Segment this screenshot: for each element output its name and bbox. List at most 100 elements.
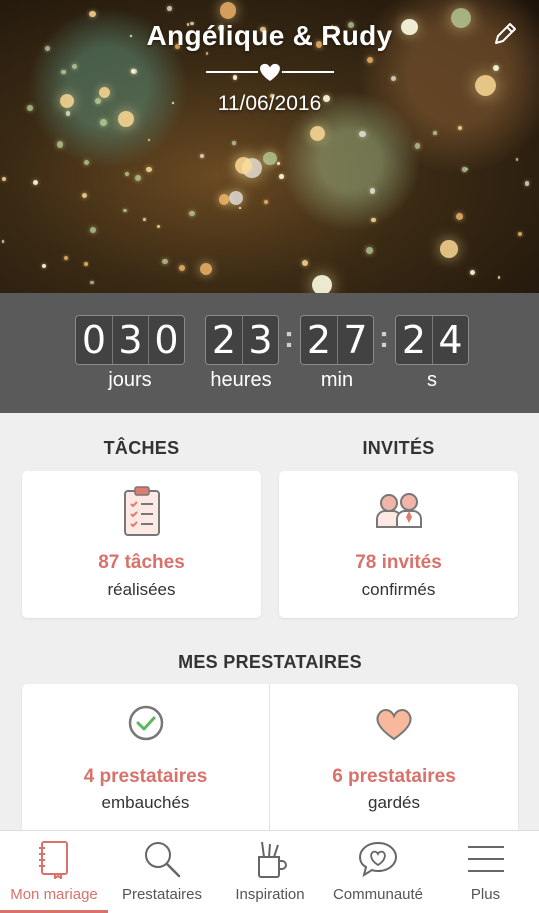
bokeh-sparkle [302, 260, 308, 267]
bokeh-sparkle [310, 125, 326, 141]
bokeh-sparkle [493, 65, 500, 72]
bokeh-sparkle [218, 194, 230, 205]
minutes-digits: 2 7 [300, 315, 374, 365]
bottom-nav: Mon mariage Prestataires Inspiration Com… [0, 830, 539, 913]
bokeh-sparkle [148, 139, 151, 142]
guests-status: confirmés [361, 580, 436, 599]
nav-plus[interactable]: Plus [432, 831, 539, 913]
nav-prestataires[interactable]: Prestataires [108, 831, 216, 913]
guests-count: 78 invités [355, 552, 442, 573]
colon-separator: : [284, 321, 294, 354]
tasks-heading: TÂCHES [103, 438, 180, 458]
hired-vendors-tile[interactable]: 4 prestataires embauchés [22, 684, 269, 830]
tasks-count: 87 tâches [98, 552, 185, 573]
bokeh-sparkle [263, 151, 277, 166]
digit: 2 [206, 316, 242, 364]
bokeh-sparkle [100, 119, 107, 127]
days-digits: 0 3 0 [75, 315, 185, 365]
bokeh-sparkle [263, 200, 268, 205]
bokeh-sparkle [135, 175, 142, 182]
bokeh-sparkle [432, 131, 437, 135]
bokeh-sparkle [219, 2, 237, 20]
check-circle-icon [128, 705, 163, 741]
notebook-icon [39, 841, 68, 879]
bokeh-sparkle [369, 188, 376, 194]
bokeh-sparkle [63, 256, 68, 261]
bokeh-sparkle [497, 276, 500, 279]
bokeh-sparkle [122, 208, 127, 213]
bokeh-sparkle [199, 153, 205, 159]
nav-label: Communauté [332, 886, 424, 903]
bokeh-sparkle [156, 225, 161, 229]
bokeh-sparkle [206, 52, 209, 55]
saved-vendors-tile[interactable]: 6 prestataires gardés [270, 684, 518, 830]
bokeh-sparkle [146, 166, 152, 173]
bokeh-sparkle [276, 162, 280, 166]
guests-heading: INVITÉS [362, 438, 435, 458]
bokeh-sparkle [440, 240, 458, 258]
bokeh-sparkle [367, 57, 374, 64]
digit: 3 [112, 316, 148, 364]
vendors-card: 4 prestataires embauchés 6 prestataires … [22, 684, 518, 830]
couple-names: Angélique & Rudy [146, 20, 393, 51]
bokeh-sparkle [90, 280, 94, 285]
bokeh-sparkle [229, 191, 244, 206]
seconds-digits: 2 4 [395, 315, 469, 365]
bokeh-sparkle [143, 218, 146, 222]
search-icon [145, 842, 181, 878]
bokeh-sparkle [42, 263, 46, 268]
tasks-status: réalisées [107, 580, 176, 599]
saved-count: 6 prestataires [332, 766, 456, 787]
bokeh-sparkle [179, 265, 185, 271]
days-label: jours [108, 369, 152, 391]
bokeh-sparkle [456, 213, 463, 220]
digit: 4 [432, 316, 468, 364]
bokeh-sparkle [200, 262, 213, 275]
minutes-label: min [320, 369, 354, 391]
hero-banner: Angélique & Rudy 11/06/2016 [0, 0, 539, 293]
pencil-cup-icon [258, 841, 287, 878]
bokeh-sparkle [234, 156, 252, 174]
bokeh-sparkle [125, 171, 130, 177]
nav-inspiration[interactable]: Inspiration [216, 831, 324, 913]
guests-card[interactable]: 78 invités confirmés [279, 471, 518, 618]
bokeh-sparkle [166, 6, 172, 11]
tasks-card[interactable]: 87 tâches réalisées [22, 471, 261, 618]
digit: 0 [148, 316, 184, 364]
chat-heart-icon [358, 841, 398, 878]
saved-status: gardés [368, 793, 420, 812]
nav-label: Inspiration [235, 886, 305, 903]
vendors-heading: MES PRESTATAIRES [178, 652, 362, 672]
digit: 3 [242, 316, 278, 364]
bokeh-sparkle [457, 125, 463, 130]
nav-mon-mariage[interactable]: Mon mariage [0, 831, 108, 913]
couple-guests-icon [375, 493, 422, 528]
bokeh-sparkle [83, 159, 90, 166]
nav-label: Prestataires [121, 886, 203, 903]
countdown-panel: 0 3 0 2 3 : 2 7 : 2 4 jours heures min s [0, 293, 539, 413]
bokeh-sparkle [515, 158, 518, 161]
bokeh-sparkle [1, 176, 7, 181]
bokeh-sparkle [89, 10, 96, 17]
bokeh-sparkle [366, 247, 373, 254]
heart-divider-icon [206, 63, 334, 81]
bokeh-sparkle [33, 179, 39, 185]
menu-icon [467, 846, 504, 872]
digit: 2 [301, 316, 337, 364]
bokeh-sparkle [131, 68, 137, 74]
bokeh-sparkle [524, 181, 530, 186]
hours-label: heures [210, 369, 272, 391]
bokeh-sparkle [61, 69, 66, 75]
pencil-icon[interactable] [491, 20, 519, 48]
bokeh-sparkle [311, 274, 332, 293]
bokeh-sparkle [238, 206, 241, 209]
wedding-date: 11/06/2016 [217, 92, 322, 115]
colon-separator: : [379, 321, 389, 354]
bokeh-sparkle [90, 226, 97, 233]
nav-label: Mon mariage [10, 886, 98, 903]
bokeh-sparkle [279, 173, 285, 179]
bokeh-sparkle [390, 76, 397, 82]
nav-communaute[interactable]: Communauté [324, 831, 432, 913]
bokeh-sparkle [470, 270, 476, 276]
hired-count: 4 prestataires [83, 766, 208, 787]
